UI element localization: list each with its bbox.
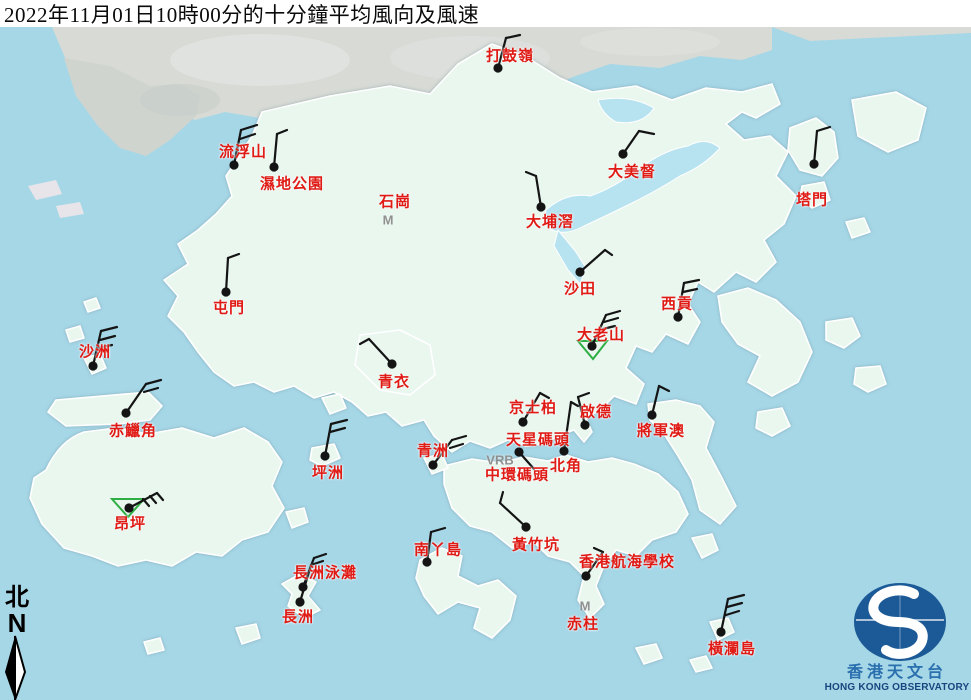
station-dot-green-island bbox=[428, 460, 437, 469]
hko-logo-text: 香港天文台 HONG KONG OBSERVATORY bbox=[823, 664, 971, 694]
north-letter-label: N bbox=[2, 611, 32, 635]
station-dot-sha-tin bbox=[575, 267, 584, 276]
station-dot-lau-fau-shan bbox=[229, 160, 238, 169]
logo-english-name: HONG KONG OBSERVATORY bbox=[823, 682, 971, 694]
station-dot-ngong-ping bbox=[124, 503, 133, 512]
station-dot-tates-cairn bbox=[587, 341, 596, 350]
station-dot-north-point bbox=[559, 446, 568, 455]
station-dot-wong-chuk-hang bbox=[521, 522, 530, 531]
station-dot-star-ferry-pier bbox=[514, 447, 523, 456]
weather-wind-map: 打鼓嶺流浮山濕地公園石崗M大美督塔門大埔滘屯門沙田西貢沙洲大老山青衣赤鱲角京士柏… bbox=[0, 0, 971, 700]
station-dot-hk-sea-school bbox=[581, 571, 590, 580]
station-dot-sai-kung bbox=[673, 312, 682, 321]
station-dot-chek-lap-kok bbox=[121, 408, 130, 417]
station-dot-ta-kwu-ling bbox=[493, 63, 502, 72]
station-dot-tai-po-kau bbox=[536, 202, 545, 211]
station-dot-wetland-park bbox=[269, 162, 278, 171]
station-dot-waglan-island bbox=[716, 627, 725, 636]
station-dot-lamma-island bbox=[422, 557, 431, 566]
station-dot-kings-park bbox=[518, 417, 527, 426]
station-dot-kai-tak bbox=[580, 420, 589, 429]
station-dot-cheung-chau bbox=[295, 597, 304, 606]
station-dot-tai-mei-tuk bbox=[618, 149, 627, 158]
station-dot-sha-chau bbox=[88, 361, 97, 370]
map-title: 2022年11月01日10時00分的十分鐘平均風向及風速 bbox=[0, 0, 479, 29]
station-dot-tseung-kwan-o bbox=[647, 410, 656, 419]
station-dot-tap-mun bbox=[809, 159, 818, 168]
station-dot-tuen-mun bbox=[221, 287, 230, 296]
station-dot-tsing-yi bbox=[387, 359, 396, 368]
hko-logo-emblem bbox=[854, 583, 946, 661]
station-dot-peng-chau bbox=[320, 451, 329, 460]
logo-chinese-name: 香港天文台 bbox=[823, 664, 971, 682]
title-bar: 2022年11月01日10時00分的十分鐘平均風向及風速 bbox=[0, 0, 971, 27]
map-graphics bbox=[0, 0, 971, 700]
north-indicator: 北 N bbox=[2, 585, 32, 635]
